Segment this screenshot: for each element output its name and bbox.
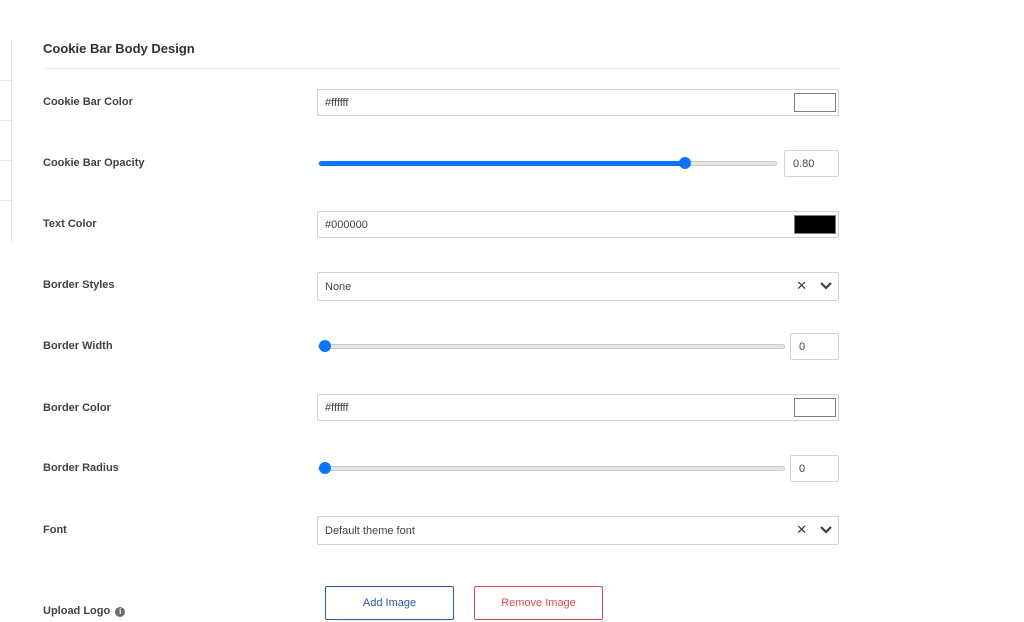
close-icon[interactable]: ✕ bbox=[796, 522, 807, 538]
border-radius-label: Border Radius bbox=[43, 462, 119, 474]
text-color-swatch[interactable] bbox=[794, 215, 836, 234]
info-icon[interactable]: i bbox=[115, 607, 126, 617]
text-color-label: Text Color bbox=[43, 218, 97, 230]
border-radius-slider[interactable] bbox=[318, 462, 785, 474]
section-divider bbox=[43, 68, 840, 69]
cookie-bar-opacity-value: 0.80 bbox=[793, 158, 815, 170]
nav-divider bbox=[0, 80, 11, 81]
settings-nav-strip bbox=[0, 40, 12, 242]
upload-logo-label: Upload Logo bbox=[43, 605, 111, 617]
cookie-bar-color-value: #ffffff bbox=[325, 97, 349, 109]
font-value: Default theme font bbox=[325, 525, 415, 537]
chevron-down-icon[interactable] bbox=[820, 525, 832, 535]
remove-image-button[interactable]: Remove Image bbox=[474, 586, 603, 620]
slider-thumb[interactable] bbox=[319, 340, 331, 352]
cookie-bar-opacity-label: Cookie Bar Opacity bbox=[43, 157, 145, 169]
font-label: Font bbox=[43, 524, 67, 536]
text-color-field[interactable]: #000000 bbox=[317, 211, 839, 238]
border-width-value: 0 bbox=[799, 341, 806, 353]
border-radius-value: 0 bbox=[799, 463, 806, 475]
cookie-bar-opacity-slider[interactable] bbox=[318, 157, 777, 169]
slider-thumb[interactable] bbox=[678, 157, 691, 169]
cookie-bar-color-field[interactable]: #ffffff bbox=[317, 89, 839, 116]
cookie-bar-color-swatch[interactable] bbox=[794, 93, 836, 112]
add-image-button[interactable]: Add Image bbox=[325, 586, 454, 620]
border-styles-label: Border Styles bbox=[43, 279, 115, 291]
nav-divider bbox=[0, 200, 11, 201]
cookie-bar-opacity-input[interactable]: 0.80 bbox=[784, 150, 839, 177]
section-title: Cookie Bar Body Design bbox=[43, 41, 195, 56]
border-color-swatch[interactable] bbox=[794, 398, 836, 417]
border-width-label: Border Width bbox=[43, 340, 113, 352]
text-color-value: #000000 bbox=[325, 219, 368, 231]
border-radius-input[interactable]: 0 bbox=[790, 455, 839, 482]
font-select[interactable]: Default theme font ✕ bbox=[317, 516, 839, 545]
upload-logo-label-row: Upload Logo i bbox=[43, 605, 126, 617]
close-icon[interactable]: ✕ bbox=[796, 278, 807, 294]
chevron-down-icon[interactable] bbox=[820, 281, 832, 291]
slider-thumb[interactable] bbox=[319, 462, 331, 474]
border-styles-value: None bbox=[325, 281, 352, 293]
border-color-value: #ffffff bbox=[325, 402, 349, 414]
border-width-input[interactable]: 0 bbox=[790, 333, 839, 360]
border-styles-select[interactable]: None ✕ bbox=[317, 272, 839, 301]
border-color-label: Border Color bbox=[43, 402, 111, 414]
border-color-field[interactable]: #ffffff bbox=[317, 394, 839, 421]
nav-divider bbox=[0, 160, 11, 161]
border-width-slider[interactable] bbox=[318, 340, 785, 352]
slider-fill bbox=[319, 161, 685, 166]
cookie-bar-color-label: Cookie Bar Color bbox=[43, 96, 133, 108]
nav-divider bbox=[0, 120, 11, 121]
